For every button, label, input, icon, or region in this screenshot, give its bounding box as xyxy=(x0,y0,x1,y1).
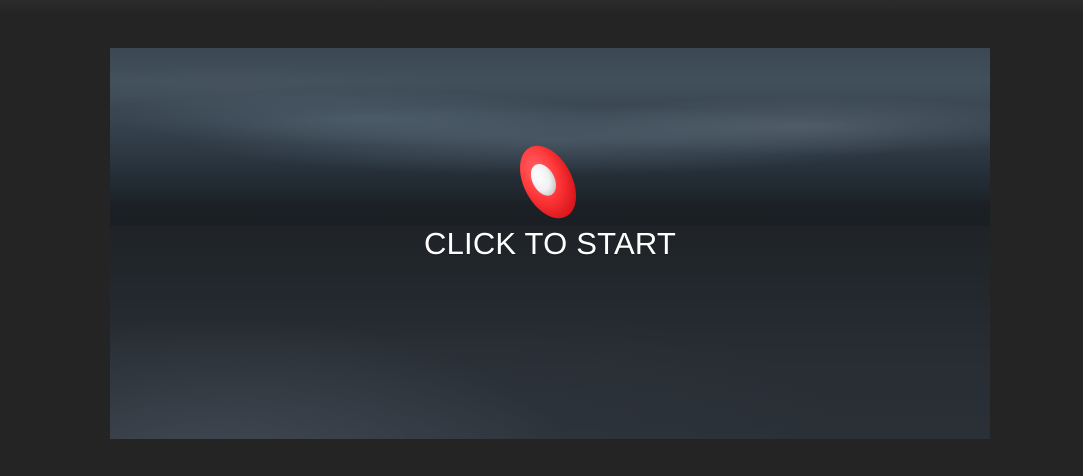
red-ball-graphic xyxy=(519,145,577,219)
red-ball-icon xyxy=(490,124,606,240)
start-overlay[interactable]: CLICK TO START xyxy=(110,48,990,439)
game-viewport[interactable]: CLICK TO START xyxy=(110,48,990,439)
click-to-start-label[interactable]: CLICK TO START xyxy=(110,226,990,262)
game-page: CLICK TO START xyxy=(0,0,1083,476)
top-border-strip xyxy=(0,0,1083,12)
